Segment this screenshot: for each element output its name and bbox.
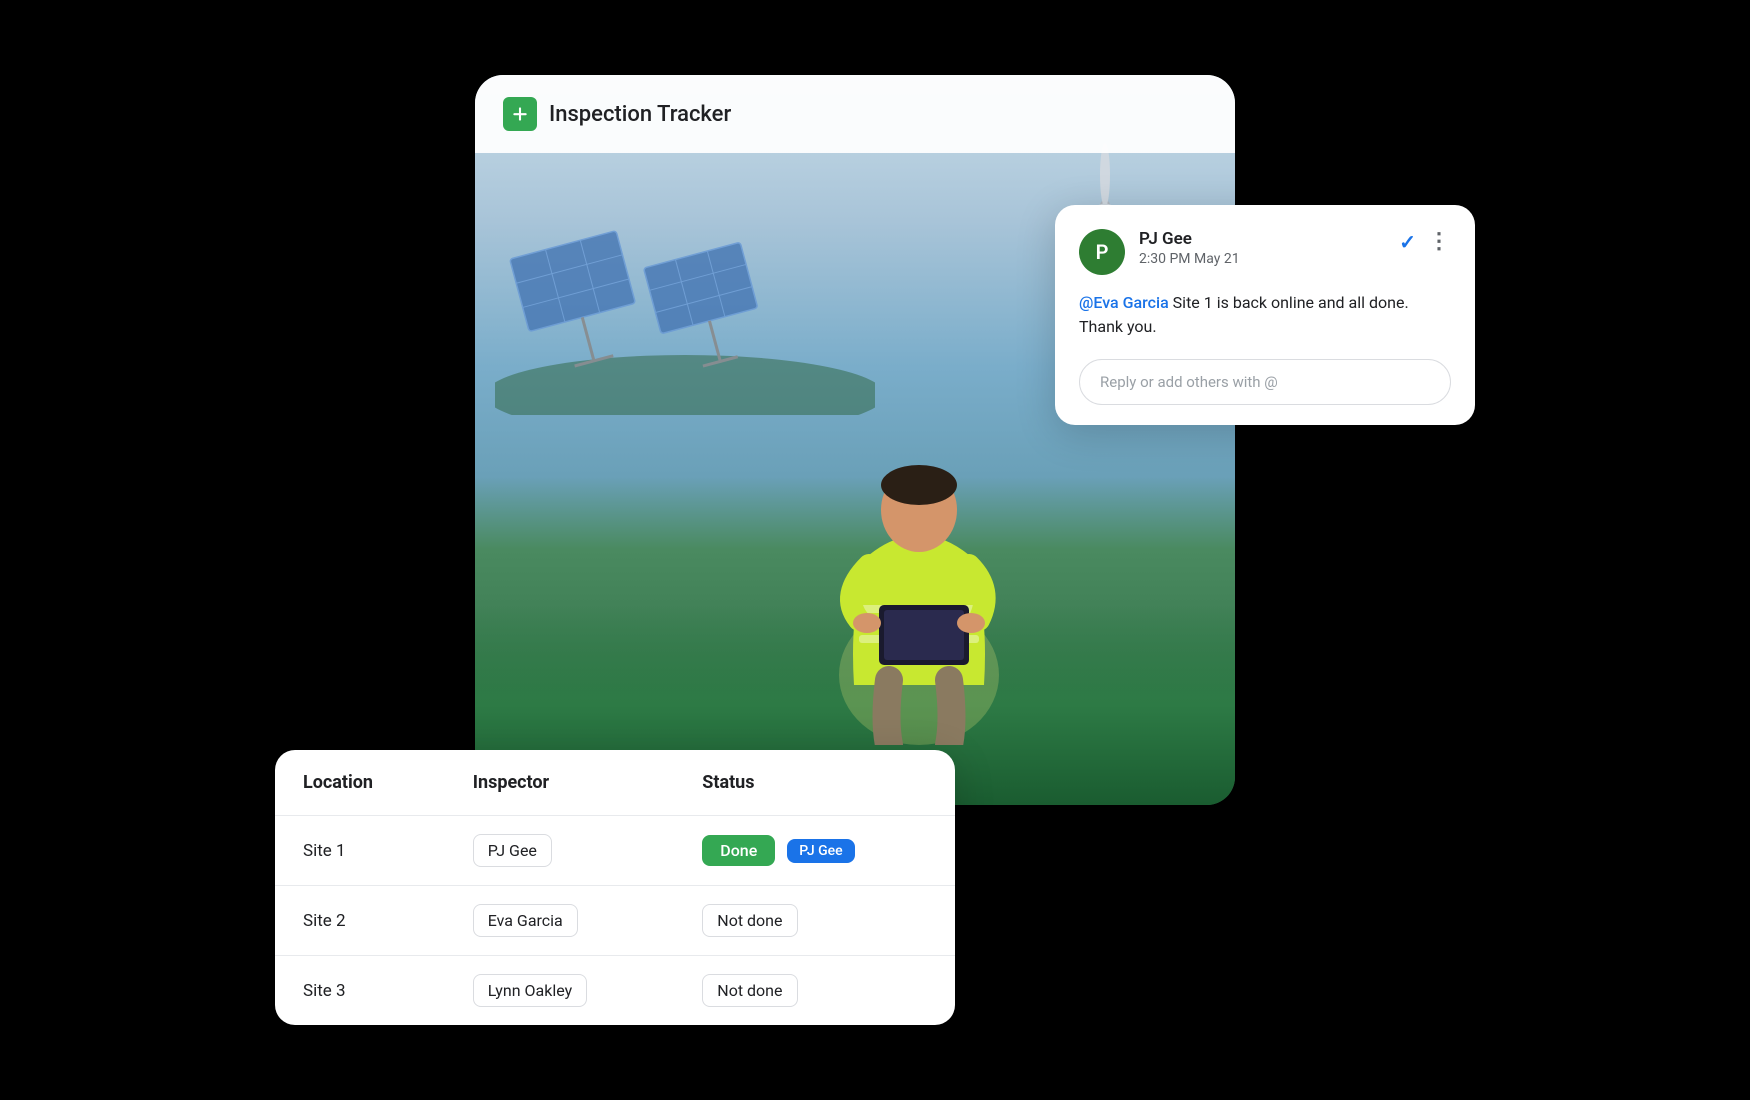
check-icon[interactable]: ✓: [1399, 230, 1416, 254]
inspector-chip: Eva Garcia: [473, 904, 578, 937]
col-inspector: Inspector: [445, 750, 675, 816]
table-card: Location Inspector Status Site 1 PJ Gee …: [275, 750, 955, 1025]
more-icon[interactable]: ⋮: [1428, 229, 1451, 254]
col-status: Status: [674, 750, 955, 816]
photo-card: Inspection Tracker: [475, 75, 1235, 805]
status-done-badge: Done: [702, 835, 775, 866]
app-header: Inspection Tracker: [475, 75, 1235, 153]
data-table: Location Inspector Status Site 1 PJ Gee …: [275, 750, 955, 1025]
cell-status: Not done: [674, 886, 955, 956]
app-title: Inspection Tracker: [549, 102, 731, 127]
chat-actions: ✓ ⋮: [1399, 229, 1451, 254]
table-row: Site 2 Eva Garcia Not done: [275, 886, 955, 956]
pj-gee-badge: PJ Gee: [787, 839, 854, 863]
cell-status: Not done: [674, 956, 955, 1026]
sender-name: PJ Gee: [1139, 229, 1385, 249]
status-not-done-badge: Not done: [702, 904, 797, 937]
col-location: Location: [275, 750, 445, 816]
chat-message: @Eva Garcia Site 1 is back online and al…: [1079, 291, 1451, 339]
cell-location: Site 2: [275, 886, 445, 956]
cell-status: Done PJ Gee: [674, 816, 955, 886]
inspector-chip: Lynn Oakley: [473, 974, 587, 1007]
avatar-initial: P: [1096, 240, 1109, 264]
cell-inspector: PJ Gee: [445, 816, 675, 886]
reply-placeholder: Reply or add others with @: [1100, 373, 1278, 391]
scene: Inspection Tracker: [275, 75, 1475, 1025]
chat-timestamp: 2:30 PM May 21: [1139, 251, 1385, 267]
mention: @Eva Garcia: [1079, 293, 1169, 312]
photo-background: [475, 75, 1235, 805]
chat-meta: PJ Gee 2:30 PM May 21: [1139, 229, 1385, 267]
table-header-row: Location Inspector Status: [275, 750, 955, 816]
cell-inspector: Lynn Oakley: [445, 956, 675, 1026]
table-row: Site 1 PJ Gee Done PJ Gee: [275, 816, 955, 886]
chat-header: P PJ Gee 2:30 PM May 21 ✓ ⋮: [1079, 229, 1451, 275]
sender-avatar: P: [1079, 229, 1125, 275]
sheets-icon: [503, 97, 537, 131]
worker: [759, 325, 1079, 745]
cell-location: Site 3: [275, 956, 445, 1026]
cell-location: Site 1: [275, 816, 445, 886]
chat-card: P PJ Gee 2:30 PM May 21 ✓ ⋮ @Eva Garcia …: [1055, 205, 1475, 425]
inspector-chip: PJ Gee: [473, 834, 552, 867]
reply-input[interactable]: Reply or add others with @: [1079, 359, 1451, 405]
cell-inspector: Eva Garcia: [445, 886, 675, 956]
table-row: Site 3 Lynn Oakley Not done: [275, 956, 955, 1026]
status-not-done-badge: Not done: [702, 974, 797, 1007]
